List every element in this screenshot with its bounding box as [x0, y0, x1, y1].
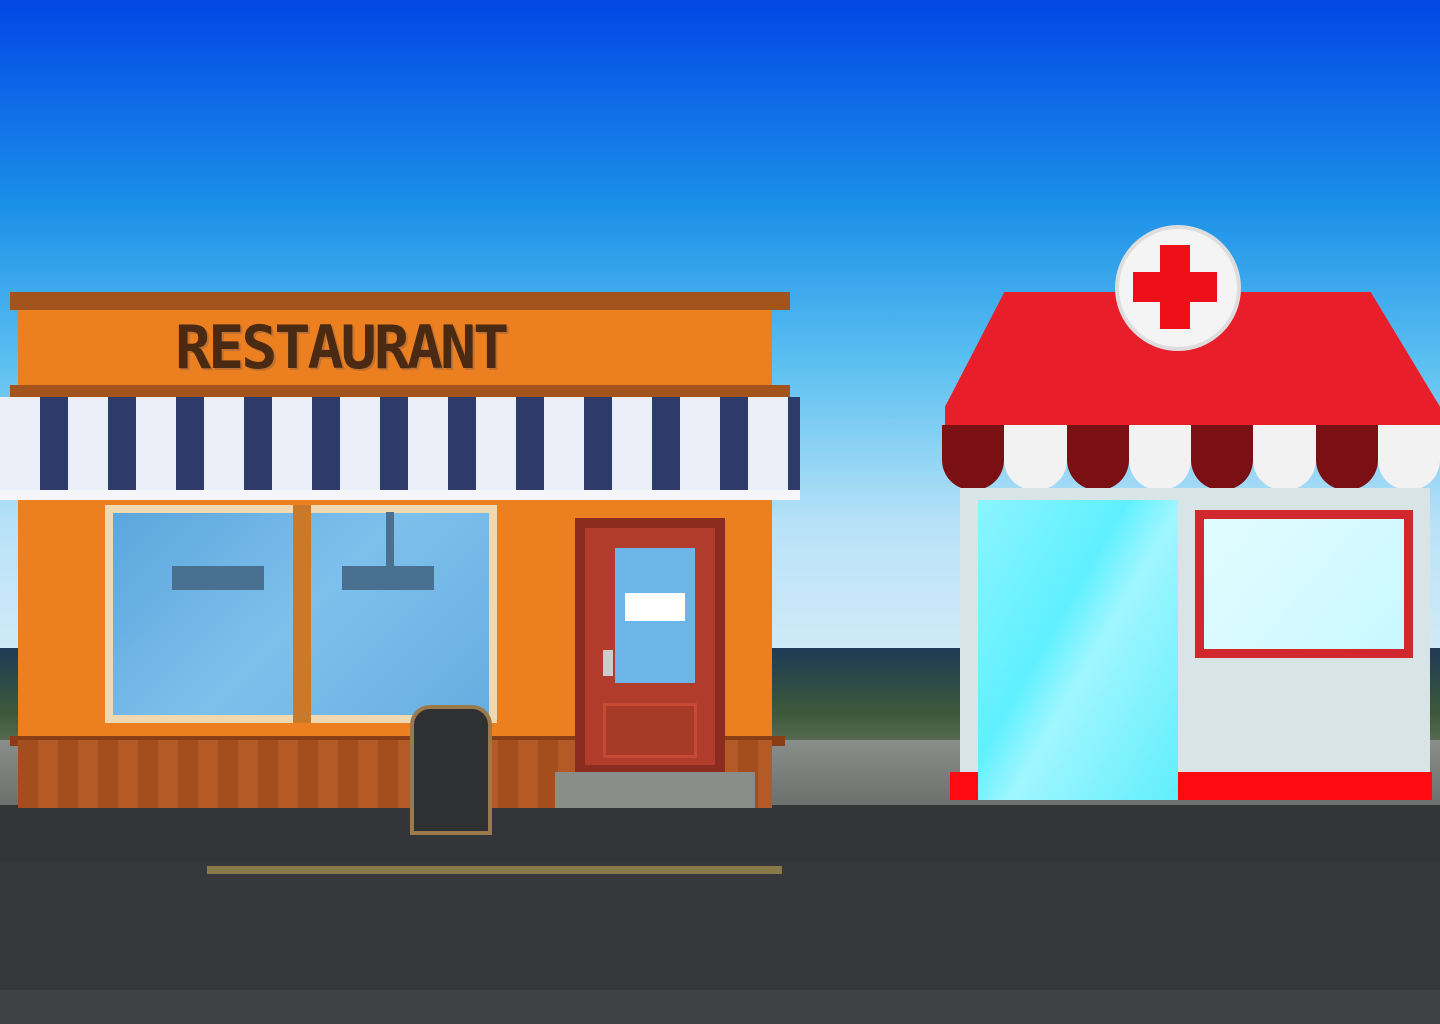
striped-awning	[0, 397, 800, 500]
pharmacy-window	[1195, 510, 1413, 658]
door-open-sign	[625, 593, 685, 621]
restaurant-roof	[10, 292, 790, 310]
lamp-cord	[386, 512, 394, 568]
door-step	[555, 772, 755, 808]
restaurant-ledge	[10, 385, 790, 397]
awning-edge	[0, 490, 800, 500]
scalloped-awning	[942, 425, 1440, 490]
door-window	[615, 548, 695, 683]
door-handle[interactable]	[603, 650, 613, 676]
hanging-lamp	[342, 566, 434, 590]
chalkboard-sign[interactable]	[410, 705, 492, 835]
pharmacy-glass-door[interactable]	[978, 500, 1178, 800]
road-lane	[0, 862, 1440, 992]
door-panel	[603, 703, 697, 758]
restaurant-sign-text: RESTAURANT	[175, 313, 509, 383]
restaurant-door[interactable]	[575, 518, 725, 775]
road-edge	[0, 990, 1440, 1024]
window-mullion	[293, 505, 311, 723]
medical-cross-icon-bar	[1133, 272, 1217, 302]
hanging-lamp	[172, 566, 264, 590]
curb-line	[207, 866, 782, 874]
